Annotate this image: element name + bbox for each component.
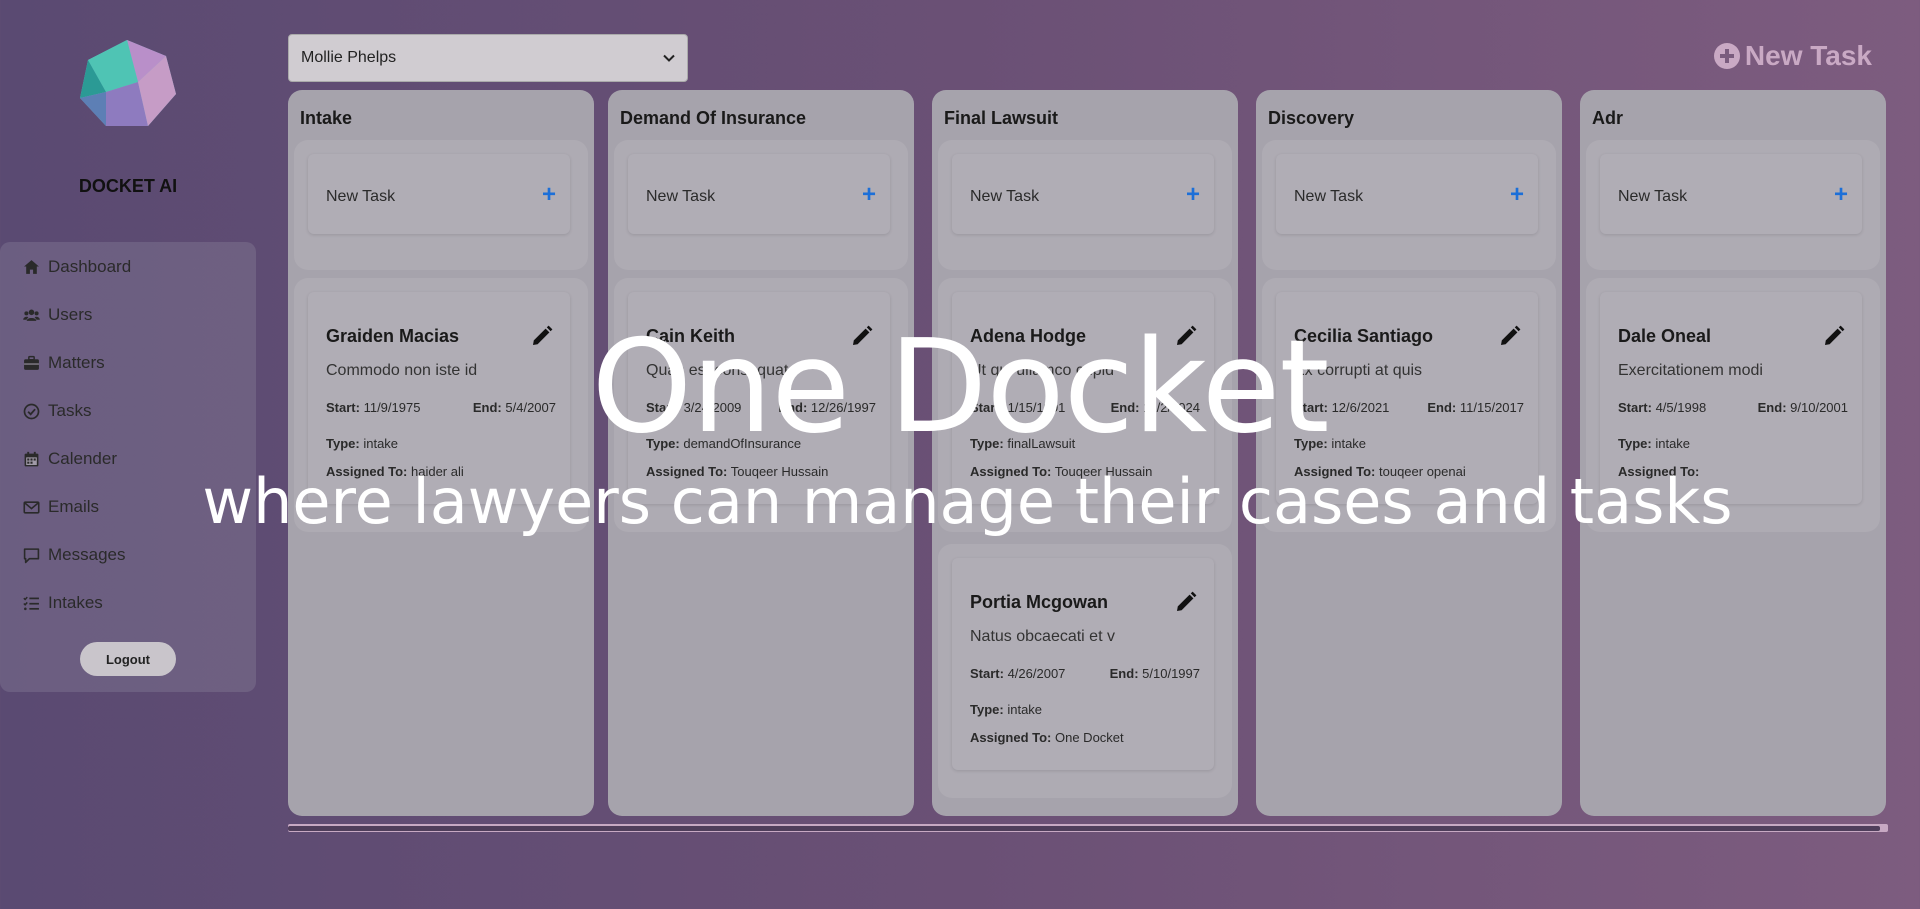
task-card[interactable]: Portia Mcgowan Natus obcaecati et v Star… [952, 558, 1214, 770]
new-task-label: New Task [1294, 188, 1364, 205]
board-scrollbar[interactable] [288, 824, 1888, 832]
sidebar-brand: DOCKET AI [0, 0, 256, 240]
hero-subtitle: where lawyers can manage their cases and… [202, 465, 1733, 538]
new-task-card[interactable]: New Task + [1276, 154, 1538, 234]
new-task-label: New Task [1618, 188, 1688, 205]
plus-icon[interactable]: + [542, 183, 556, 207]
task-start: 4/26/2007 [1007, 666, 1066, 681]
hero-title: One Docket [591, 313, 1329, 462]
nav-item-label: Intakes [48, 593, 103, 612]
docket-logo-icon [80, 40, 176, 126]
new-task-label: New Task [646, 188, 716, 205]
message-icon [22, 546, 40, 564]
column-title: Adr [1592, 108, 1623, 128]
nav-item-label: Dashboard [48, 257, 132, 276]
user-select-value: Mollie Phelps [301, 49, 397, 66]
column-title: Discovery [1268, 108, 1355, 128]
new-task-card[interactable]: New Task + [628, 154, 890, 234]
new-task-area: New Task + [1586, 140, 1880, 270]
task-description: Natus obcaecati et v [970, 628, 1115, 645]
column-title: Demand Of Insurance [620, 108, 807, 128]
plus-icon[interactable]: + [1186, 183, 1200, 207]
nav-item-intakes[interactable]: Intakes [22, 588, 103, 618]
new-task-card[interactable]: New Task + [952, 154, 1214, 234]
new-task-label: New Task [1744, 40, 1872, 71]
task-assigned: Assigned To: One Docket [970, 730, 1124, 745]
plus-icon[interactable]: + [1834, 183, 1848, 207]
scrollbar-thumb[interactable] [288, 826, 1880, 831]
pencil-icon[interactable] [1174, 590, 1198, 614]
brand-name: DOCKET AI [78, 176, 178, 196]
new-task-area: New Task + [614, 140, 908, 270]
home-icon [22, 258, 40, 276]
user-select[interactable]: Mollie Phelps [288, 34, 688, 82]
plus-icon[interactable]: + [862, 183, 876, 207]
new-task-label: New Task [326, 188, 396, 205]
task-end: 5/10/1997 [1142, 666, 1200, 681]
nav-item-messages[interactable]: Messages [22, 540, 125, 570]
new-task-area: New Task + [1262, 140, 1556, 270]
task-type: Type: intake [970, 702, 1043, 717]
column-title: Intake [300, 108, 353, 128]
column-title: Final Lawsuit [944, 108, 1059, 128]
new-task-label: New Task [970, 188, 1040, 205]
logout-button[interactable]: Logout [80, 642, 176, 676]
new-task-area: New Task + [938, 140, 1232, 270]
nav-item-label: Messages [48, 545, 126, 564]
list-check-icon [22, 594, 40, 612]
task-dates: Start: 4/26/2007 End: 5/10/1997 [970, 666, 1200, 681]
plus-circle-icon [1713, 43, 1740, 69]
new-task-button[interactable]: New Task [1713, 40, 1872, 72]
new-task-area: New Task + [294, 140, 588, 270]
task-area: Portia Mcgowan Natus obcaecati et v Star… [938, 544, 1232, 798]
new-task-card[interactable]: New Task + [1600, 154, 1862, 234]
nav-item-dashboard[interactable]: Dashboard [22, 252, 131, 282]
chevron-down-icon [663, 54, 675, 62]
task-title: Portia Mcgowan [970, 592, 1109, 612]
plus-icon[interactable]: + [1510, 183, 1524, 207]
new-task-card[interactable]: New Task + [308, 154, 570, 234]
